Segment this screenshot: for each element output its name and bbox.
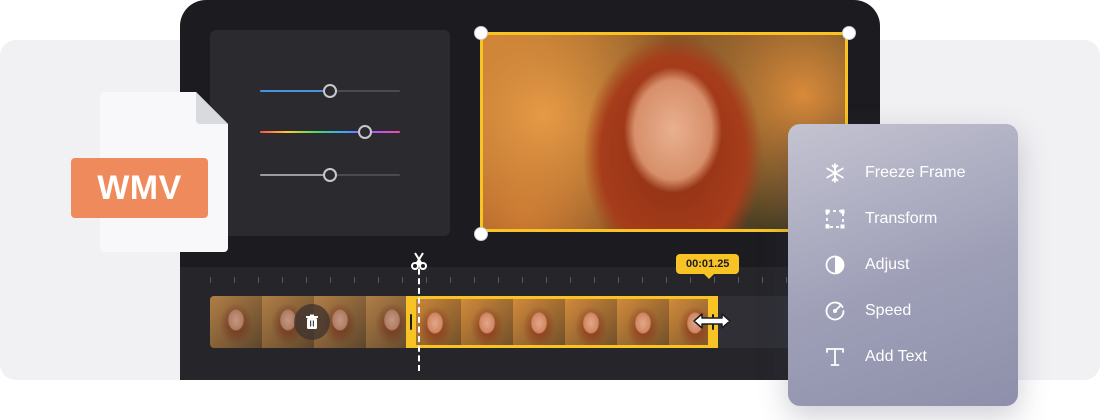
clip-trim-handle-left[interactable] — [406, 296, 416, 348]
resize-handle-top-right[interactable] — [842, 26, 856, 40]
contrast-icon — [825, 255, 845, 275]
menu-item-label: Add Text — [865, 348, 927, 365]
menu-item-label: Freeze Frame — [865, 164, 966, 181]
hue-slider-fill — [260, 131, 400, 133]
menu-item-label: Speed — [865, 302, 912, 319]
adjustment-panel — [210, 30, 450, 236]
transform-icon — [825, 209, 845, 229]
menu-item-transform[interactable]: Transform — [824, 205, 937, 233]
gray-slider[interactable] — [260, 168, 400, 182]
clip-thumbnail — [617, 299, 669, 345]
snowflake-icon — [826, 163, 844, 183]
gray-slider-knob[interactable] — [323, 168, 337, 182]
clip-thumbnail — [461, 299, 513, 345]
clip-thumbnail — [210, 296, 262, 348]
text-icon — [826, 348, 844, 366]
menu-item-freeze-frame[interactable]: Freeze Frame — [824, 159, 965, 187]
blue-slider-fill — [260, 90, 330, 92]
gray-slider-fill — [260, 174, 330, 176]
clip-thumbnail — [513, 299, 565, 345]
timeline-ruler — [210, 277, 850, 283]
menu-item-add-text[interactable]: Add Text — [824, 343, 927, 371]
blue-slider-knob[interactable] — [323, 84, 337, 98]
resize-handle-bottom-left[interactable] — [474, 227, 488, 241]
clip-thumbnail — [565, 299, 617, 345]
menu-item-adjust[interactable]: Adjust — [824, 251, 909, 279]
hue-slider-knob[interactable] — [358, 125, 372, 139]
context-menu: Freeze Frame Transform Adjust Speed Add … — [788, 124, 1018, 406]
menu-item-label: Transform — [865, 210, 938, 227]
hue-slider[interactable] — [260, 125, 400, 139]
delete-clip-button[interactable] — [294, 304, 330, 340]
clip-thumbnail — [409, 299, 461, 345]
grip-line — [410, 314, 412, 330]
selected-video-clip[interactable] — [406, 296, 718, 348]
clip-thumbnail — [366, 296, 406, 348]
video-editor-window: 00:01.25 — [180, 0, 880, 380]
resize-handle-top-left[interactable] — [474, 26, 488, 40]
menu-item-speed[interactable]: Speed — [824, 297, 911, 325]
file-format-badge: WMV — [71, 158, 208, 218]
trash-icon — [306, 314, 318, 329]
scissors-icon[interactable] — [409, 251, 429, 271]
speed-icon — [825, 301, 845, 321]
horizontal-resize-cursor-icon — [693, 313, 731, 329]
timeline: 00:01.25 — [180, 252, 880, 380]
menu-item-label: Adjust — [865, 256, 910, 273]
timecode-tooltip: 00:01.25 — [676, 254, 740, 279]
playhead[interactable] — [418, 259, 420, 371]
blue-slider[interactable] — [260, 84, 400, 98]
